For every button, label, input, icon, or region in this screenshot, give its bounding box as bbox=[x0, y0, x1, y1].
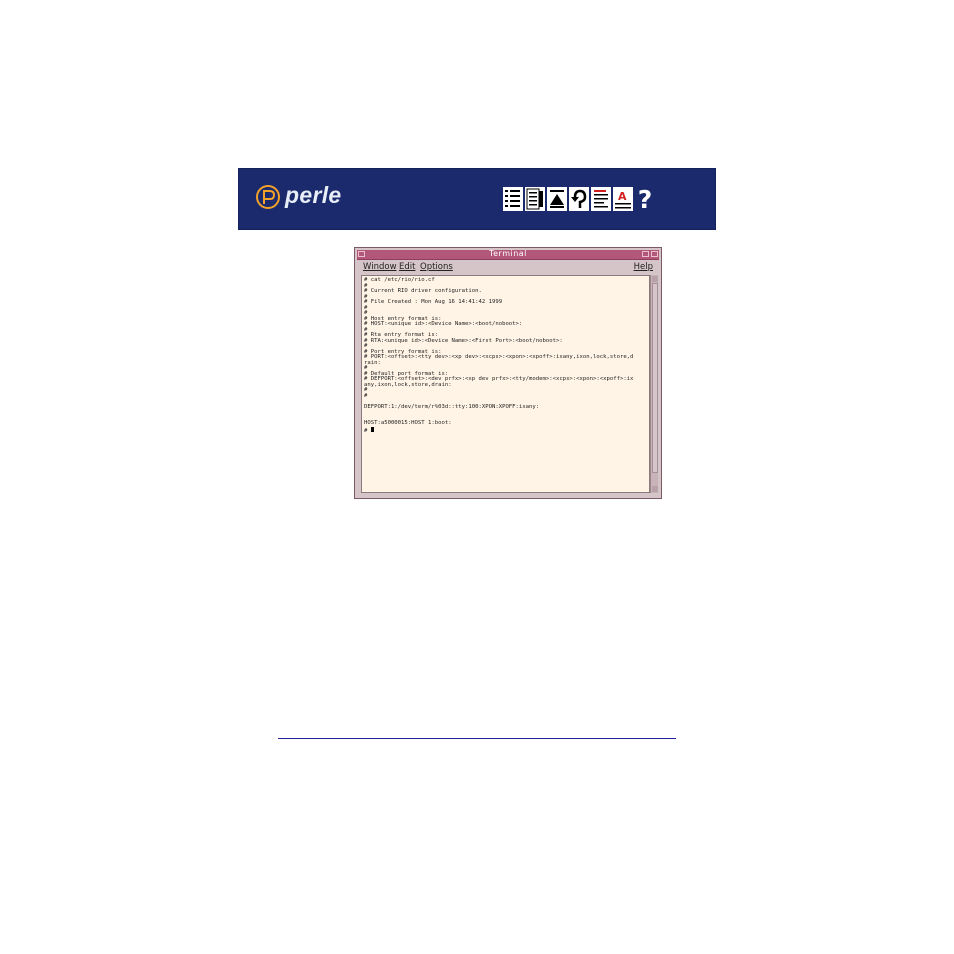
terminal-line: # bbox=[364, 392, 368, 399]
terminal-line: DEFPORT:1:/dev/term/r%03d::tty:100:XPON:… bbox=[364, 403, 540, 410]
document-icon[interactable] bbox=[591, 187, 611, 211]
terminal-line: # Current RIO driver configuration. bbox=[364, 288, 482, 294]
text-icon[interactable]: A bbox=[613, 187, 633, 211]
maximize-icon[interactable] bbox=[651, 251, 658, 257]
menu-help[interactable]: Help bbox=[634, 262, 653, 272]
perle-banner: perle A ? bbox=[238, 168, 716, 230]
scroll-down-icon[interactable] bbox=[652, 486, 658, 492]
contents-icon[interactable] bbox=[503, 187, 523, 211]
menu-edit[interactable]: Edit bbox=[399, 262, 415, 272]
text-cursor bbox=[370, 426, 374, 432]
terminal-line: # PORT:<offset>:<tty dev>:<xp dev>:<xcps… bbox=[364, 354, 634, 360]
menu-options[interactable]: Options bbox=[420, 262, 453, 272]
terminal-scrollbar[interactable] bbox=[650, 275, 658, 493]
menu-window[interactable]: Window bbox=[363, 262, 397, 272]
terminal-titlebar[interactable]: Terminal bbox=[357, 249, 659, 260]
terminal-window: Terminal Window Edit Options Help # cat … bbox=[354, 247, 662, 499]
terminal-line: # HOST:<unique id>:<Device Name>:<boot/n… bbox=[364, 321, 523, 327]
perle-logo-text: perle bbox=[285, 182, 342, 208]
terminal-prompt: # bbox=[364, 427, 371, 434]
terminal-line: any,ixon,lock,store,drain: bbox=[364, 381, 452, 388]
terminal-line: # RTA:<unique id>:<Device Name>:<First P… bbox=[364, 337, 563, 344]
terminal-line: # File Created : Mon Aug 16 14:41:42 199… bbox=[364, 299, 503, 305]
terminal-screen[interactable]: # cat /etc/rio/rio.cf # # Current RIO dr… bbox=[361, 275, 650, 493]
minimize-icon[interactable] bbox=[642, 251, 649, 257]
page-divider bbox=[278, 738, 676, 739]
index-icon[interactable] bbox=[525, 187, 545, 211]
terminal-output: # cat /etc/rio/rio.cf # # Current RIO dr… bbox=[364, 277, 634, 434]
scroll-up-icon[interactable] bbox=[652, 276, 658, 282]
top-icon[interactable] bbox=[547, 187, 567, 211]
scroll-thumb[interactable] bbox=[652, 283, 658, 473]
help-icon[interactable]: ? bbox=[635, 187, 655, 213]
terminal-line: HOST:a5000015:HOST 1:boot: bbox=[364, 420, 452, 426]
terminal-menubar: Window Edit Options Help bbox=[357, 261, 659, 275]
terminal-title: Terminal bbox=[489, 249, 527, 258]
svg-text:A: A bbox=[618, 190, 627, 203]
terminal-line: # cat /etc/rio/rio.cf bbox=[364, 277, 435, 283]
back-icon[interactable] bbox=[569, 187, 589, 211]
perle-logo-icon bbox=[256, 185, 280, 209]
nav-toolbar: A ? bbox=[503, 187, 655, 213]
